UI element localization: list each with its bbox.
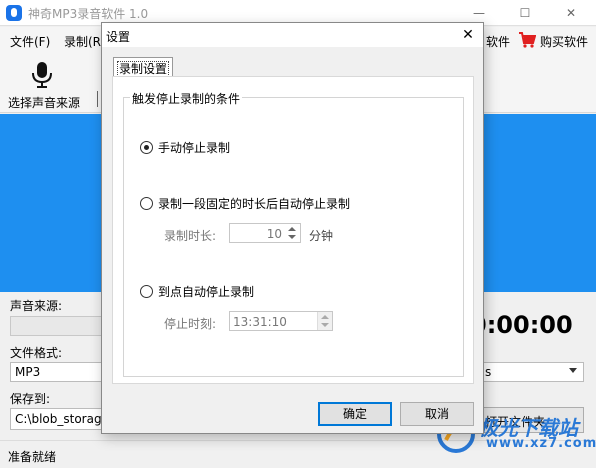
menu-software[interactable]: 软件 [486,33,510,50]
menu-record[interactable]: 录制(R [64,33,101,50]
maximize-button[interactable]: ☐ [502,0,548,26]
sound-source-field[interactable] [10,316,102,336]
stepper-buttons[interactable] [285,224,300,242]
radio-stop-at-time[interactable] [140,285,153,298]
save-to-field[interactable]: C:\blob_storage\ [10,408,102,430]
dialog-close-button[interactable]: ✕ [454,24,482,46]
quality-select[interactable]: s [480,362,584,382]
radio-manual-stop[interactable] [140,141,153,154]
app-icon [6,5,22,21]
shopping-cart-icon[interactable] [518,31,536,49]
sound-source-label: 声音来源: [10,299,63,313]
stop-time-picker[interactable]: 13:31:10 [229,311,333,331]
chevron-down-icon[interactable] [321,323,329,327]
fixed-duration-label[interactable]: 录制一段固定的时长后自动停止录制 [158,195,350,212]
stop-time-label: 停止时刻: [164,317,217,331]
select-source-button[interactable]: 选择声音来源 [8,94,80,111]
manual-stop-label[interactable]: 手动停止录制 [158,139,230,156]
tab-label: 录制设置 [116,61,170,77]
dialog-titlebar: 设置 ✕ [102,23,483,47]
toolbar-divider [97,91,98,107]
tab-record-settings[interactable]: 录制设置 [113,57,174,77]
menu-file[interactable]: 文件(F) [10,33,50,50]
stop-condition-group: 触发停止录制的条件 手动停止录制 录制一段固定的时长后自动停止录制 录制时长: … [123,90,464,377]
duration-unit: 分钟 [309,229,334,243]
chevron-down-icon[interactable] [288,235,296,239]
quality-select-value: s [485,365,492,379]
microphone-icon[interactable] [30,61,54,89]
timer-display: 0:00:00 [470,311,573,339]
cancel-button[interactable]: 取消 [400,402,474,426]
tab-panel: 触发停止录制的条件 手动停止录制 录制一段固定的时长后自动停止录制 录制时长: … [112,76,474,384]
duration-value: 10 [266,227,282,241]
menu-buy-software[interactable]: 购买软件 [540,33,588,50]
ok-button[interactable]: 确定 [318,402,392,426]
watermark-url: www.xz7.com [486,436,596,451]
close-button[interactable]: ✕ [548,0,594,26]
duration-label: 录制时长: [164,229,217,243]
file-format-select[interactable]: MP3 [10,362,102,382]
stop-time-value: 13:31:10 [233,315,287,329]
stop-at-time-label[interactable]: 到点自动停止录制 [158,283,254,300]
settings-dialog: 设置 ✕ 录制设置 触发停止录制的条件 手动停止录制 录制一段固定的时长后自动停… [101,22,484,434]
save-to-label: 保存到: [10,392,51,406]
radio-fixed-duration[interactable] [140,197,153,210]
status-text: 准备就绪 [8,450,57,464]
chevron-up-icon[interactable] [321,315,329,319]
window-title: 神奇MP3录音软件 1.0 [28,7,149,21]
file-format-label: 文件格式: [10,346,63,360]
chevron-up-icon[interactable] [288,227,296,231]
stepper-buttons[interactable] [317,312,332,330]
duration-stepper[interactable]: 10 [229,223,301,243]
chevron-down-icon [569,368,577,373]
dialog-title: 设置 [106,30,131,44]
group-title: 触发停止录制的条件 [130,90,243,107]
